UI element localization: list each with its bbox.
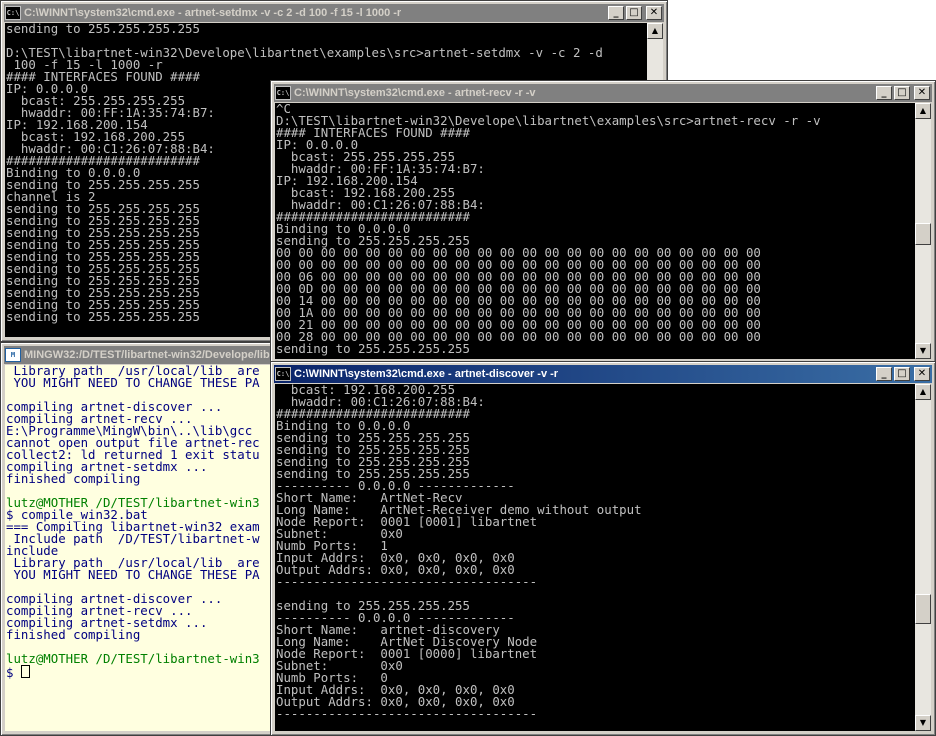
window-title: C:\WINNT\system32\cmd.exe - artnet-recv … (294, 87, 536, 99)
mingw-icon: M (5, 348, 21, 362)
recv-titlebar[interactable]: C:\ C:\WINNT\system32\cmd.exe - artnet-r… (274, 84, 932, 102)
console-line: ----------------------------------- (276, 574, 538, 589)
minimize-button[interactable]: _ (876, 86, 892, 100)
cmd-icon: C:\ (5, 6, 21, 20)
scroll-up-arrow-icon[interactable]: ▲ (647, 23, 663, 39)
console-line: lutz@MOTHER /D/TEST/libartnet-win3 (6, 651, 260, 666)
discover-console-output[interactable]: bcast: 192.168.200.255 hwaddr: 00:C1:26:… (275, 384, 915, 731)
scroll-up-arrow-icon[interactable]: ▲ (915, 103, 931, 119)
maximize-button[interactable]: □ (894, 86, 910, 100)
recv-console-output[interactable]: ^C D:\TEST\libartnet-win32\Develope\libar… (275, 103, 915, 359)
maximize-button[interactable]: □ (626, 6, 642, 20)
window-title: C:\WINNT\system32\cmd.exe - artnet-setdm… (24, 7, 402, 19)
console-line: sending to 255.255.255.255 (276, 341, 470, 356)
setdmx-titlebar[interactable]: C:\ C:\WINNT\system32\cmd.exe - artnet-s… (4, 4, 664, 22)
scroll-down-arrow-icon[interactable]: ▼ (915, 715, 931, 731)
close-button[interactable]: ✕ (914, 86, 930, 100)
discover-titlebar[interactable]: C:\ C:\WINNT\system32\cmd.exe - artnet-d… (274, 365, 932, 383)
mingw-titlebar[interactable]: M MINGW32:/D/TEST/libartnet-win32/Develo… (4, 346, 292, 364)
close-button[interactable]: ✕ (646, 6, 662, 20)
console-line: YOU MIGHT NEED TO CHANGE THESE PA (6, 375, 260, 390)
discover-window[interactable]: C:\ C:\WINNT\system32\cmd.exe - artnet-d… (270, 361, 936, 736)
text-cursor (20, 665, 30, 678)
recv-window[interactable]: C:\ C:\WINNT\system32\cmd.exe - artnet-r… (270, 80, 936, 364)
scroll-thumb[interactable] (915, 223, 931, 245)
console-line: YOU MIGHT NEED TO CHANGE THESE PA (6, 567, 260, 582)
cmd-icon: C:\ (275, 86, 291, 100)
cmd-icon: C:\ (275, 367, 291, 381)
console-line: #### INTERFACES FOUND #### (276, 125, 470, 140)
console-line: sending to 255.255.255.255 (6, 23, 200, 36)
minimize-button[interactable]: _ (876, 367, 892, 381)
scroll-up-arrow-icon[interactable]: ▲ (915, 384, 931, 400)
window-title: MINGW32:/D/TEST/libartnet-win32/Develope… (24, 349, 292, 361)
console-line: finished compiling (6, 471, 141, 486)
scroll-down-arrow-icon[interactable]: ▼ (915, 343, 931, 359)
recv-scrollbar[interactable]: ▲ ▼ (915, 103, 931, 359)
console-line: finished compiling (6, 627, 141, 642)
maximize-button[interactable]: □ (894, 367, 910, 381)
close-button[interactable]: ✕ (914, 367, 930, 381)
discover-scrollbar[interactable]: ▲ ▼ (915, 384, 931, 731)
mingw-window[interactable]: M MINGW32:/D/TEST/libartnet-win32/Develo… (0, 342, 296, 736)
console-line: ----------------------------------- (276, 706, 538, 721)
console-line: $ (6, 665, 291, 679)
scroll-thumb[interactable] (915, 594, 931, 624)
minimize-button[interactable]: _ (608, 6, 624, 20)
mingw-console-output[interactable]: Library path /usr/local/lib are YOU MIGH… (5, 365, 291, 731)
window-title: C:\WINNT\system32\cmd.exe - artnet-disco… (294, 368, 559, 380)
